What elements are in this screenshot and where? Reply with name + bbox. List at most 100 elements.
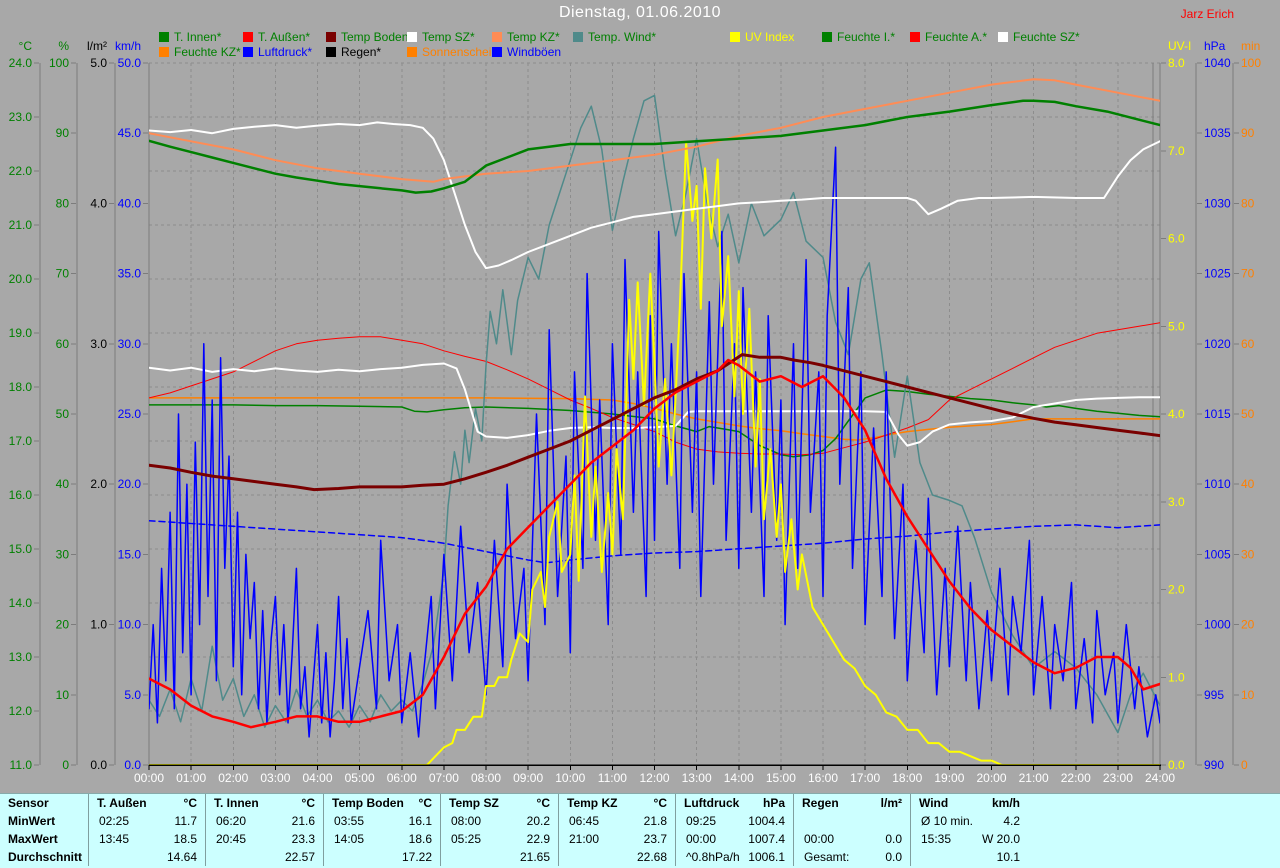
stat-time: 09:25 [686, 814, 717, 828]
svg-text:80: 80 [56, 196, 70, 210]
svg-text:22.0: 22.0 [9, 164, 33, 178]
row-label: MaxWert [8, 832, 58, 846]
stat-time: 21:00 [569, 832, 600, 846]
svg-text:14.0: 14.0 [9, 596, 33, 610]
svg-text:0.0: 0.0 [1168, 758, 1185, 772]
svg-text:40: 40 [56, 477, 70, 491]
table-value-cell [793, 812, 910, 830]
table-value-cell: 17.22 [323, 848, 440, 866]
svg-text:min: min [1241, 39, 1260, 53]
svg-text:18.0: 18.0 [9, 380, 33, 394]
table-header-cell: Temp SZ °C [440, 794, 558, 812]
svg-text:0: 0 [62, 758, 69, 772]
table-row-label-cell: MinWert [0, 812, 88, 830]
stat-value: 1006.1 [748, 850, 785, 864]
stat-time: Gesamt: [804, 850, 850, 864]
stat-value: 22.9 [526, 832, 550, 846]
stat-value: W 20.0 [981, 832, 1020, 846]
stat-value: 1004.4 [748, 814, 785, 828]
sensor-unit: °C [536, 796, 550, 810]
svg-text:UV-I: UV-I [1168, 39, 1191, 53]
stats-table: Sensor T. Außen °C T. Innen °C Temp Boden °C Te… [0, 793, 1280, 868]
svg-text:12:00: 12:00 [639, 771, 669, 785]
stat-time: Ø 10 min. [921, 814, 974, 828]
svg-text:4.0: 4.0 [90, 196, 107, 210]
weather-chart: 24.0 23.0 22.0 21.0 20.0 19.0 18.0 17.0 16.0 15.0… [0, 0, 1280, 795]
table-value-cell: ^0.8hPa/h 1006.1 [675, 848, 793, 866]
svg-text:15:00: 15:00 [766, 771, 796, 785]
svg-text:1030: 1030 [1204, 196, 1231, 210]
stat-time: 08:00 [451, 814, 482, 828]
stat-value: 23.3 [291, 832, 315, 846]
table-value-cell: 00:00 1007.4 [675, 830, 793, 848]
svg-text:22:00: 22:00 [1061, 771, 1091, 785]
svg-text:1.0: 1.0 [1168, 670, 1185, 684]
sensor-name: Regen [802, 796, 839, 810]
stat-time: 13:45 [99, 832, 130, 846]
table-value-cell: 05:25 22.9 [440, 830, 558, 848]
svg-text:35.0: 35.0 [118, 267, 142, 281]
svg-text:90: 90 [1241, 126, 1255, 140]
svg-text:90: 90 [56, 126, 70, 140]
svg-text:1000: 1000 [1204, 618, 1231, 632]
svg-text:%: % [58, 39, 69, 53]
svg-text:6.0: 6.0 [1168, 232, 1185, 246]
stat-value: 4.2 [1003, 814, 1020, 828]
stat-time: 20:45 [216, 832, 247, 846]
svg-text:10:00: 10:00 [555, 771, 585, 785]
svg-text:100: 100 [1241, 56, 1261, 70]
table-value-cell: 08:00 20.2 [440, 812, 558, 830]
svg-text:60: 60 [56, 337, 70, 351]
svg-text:13:00: 13:00 [682, 771, 712, 785]
svg-text:1035: 1035 [1204, 126, 1231, 140]
table-row-label-cell: MaxWert [0, 830, 88, 848]
svg-text:5.0: 5.0 [90, 56, 107, 70]
sensor-name: Luftdruck [684, 796, 740, 810]
svg-text:24:00: 24:00 [1145, 771, 1175, 785]
svg-text:12.0: 12.0 [9, 704, 33, 718]
sensor-name: Temp Boden [332, 796, 404, 810]
table-row-label-cell: Durchschnitt [0, 848, 88, 866]
sensor-name: Wind [919, 796, 949, 810]
svg-text:11:00: 11:00 [598, 771, 627, 785]
svg-text:24.0: 24.0 [9, 56, 33, 70]
svg-text:30: 30 [1241, 547, 1255, 561]
stat-value: 14.64 [166, 850, 197, 864]
svg-text:06:00: 06:00 [387, 771, 417, 785]
svg-text:50: 50 [1241, 407, 1255, 421]
stat-value: 11.7 [174, 814, 197, 828]
sensor-unit: °C [301, 796, 315, 810]
svg-text:l/m²: l/m² [87, 39, 107, 53]
svg-text:1040: 1040 [1204, 56, 1231, 70]
svg-text:70: 70 [1241, 267, 1255, 281]
stat-value: 18.6 [408, 832, 432, 846]
svg-text:50.0: 50.0 [118, 56, 142, 70]
svg-text:20:00: 20:00 [976, 771, 1006, 785]
table-header-cell: Luftdruck hPa [675, 794, 793, 812]
svg-text:0.0: 0.0 [90, 758, 107, 772]
stat-value: 21.8 [643, 814, 667, 828]
svg-text:03:00: 03:00 [260, 771, 290, 785]
table-value-cell: 14:05 18.6 [323, 830, 440, 848]
table-value-cell: 09:25 1004.4 [675, 812, 793, 830]
svg-text:07:00: 07:00 [429, 771, 459, 785]
svg-text:20.0: 20.0 [118, 477, 142, 491]
svg-text:5.0: 5.0 [124, 688, 141, 702]
sensor-unit: °C [183, 796, 197, 810]
stat-time: 15:35 [921, 832, 952, 846]
table-corner-cell: Sensor [0, 794, 88, 812]
stat-time: 05:25 [451, 832, 482, 846]
svg-text:11.0: 11.0 [10, 758, 33, 772]
table-value-cell: 22.68 [558, 848, 675, 866]
table-value-cell: Gesamt: 0.0 [793, 848, 910, 866]
svg-text:40.0: 40.0 [118, 196, 142, 210]
svg-text:8.0: 8.0 [1168, 56, 1185, 70]
table-header-cell: Temp Boden °C [323, 794, 440, 812]
svg-text:40: 40 [1241, 477, 1255, 491]
svg-text:08:00: 08:00 [471, 771, 501, 785]
svg-text:1015: 1015 [1204, 407, 1231, 421]
svg-text:21:00: 21:00 [1019, 771, 1049, 785]
svg-text:1025: 1025 [1204, 267, 1231, 281]
svg-text:15.0: 15.0 [9, 542, 33, 556]
table-value-cell: 15:35 W 20.0 [910, 830, 1280, 848]
